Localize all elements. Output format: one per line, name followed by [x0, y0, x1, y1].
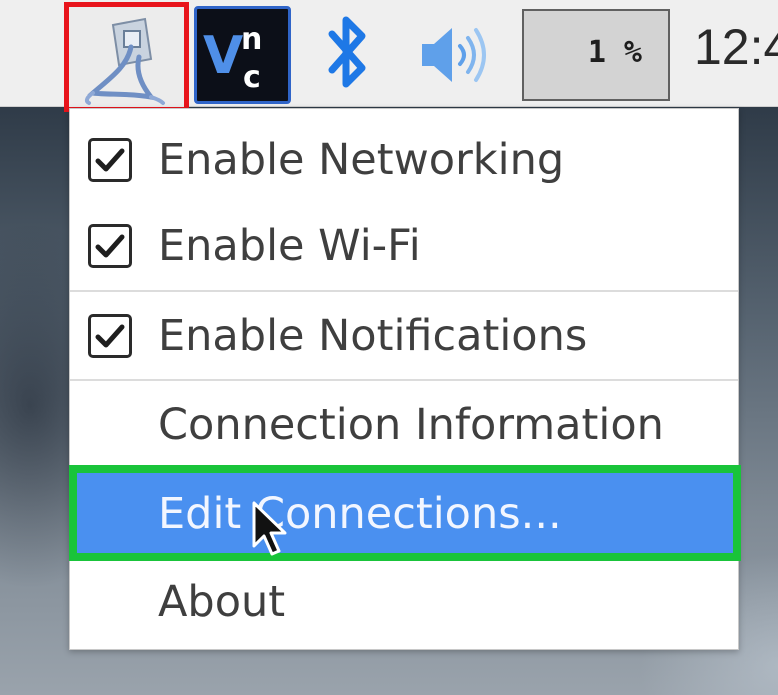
mouse-pointer-icon	[251, 500, 291, 558]
menu-item-label: Enable Notifications	[158, 311, 588, 361]
svg-text:n: n	[241, 22, 262, 57]
svg-text:V: V	[203, 26, 243, 86]
checkbox-checked-icon[interactable]	[88, 224, 132, 268]
menu-item-label: Connection Information	[158, 400, 664, 450]
volume-icon[interactable]	[418, 20, 498, 90]
menu-item-label: About	[158, 577, 286, 627]
taskbar: V n c 1 % 12:4	[0, 0, 778, 112]
menu-item-label: Edit Connections...	[158, 489, 562, 539]
network-context-menu: Enable Networking Enable Wi-Fi Enable No…	[69, 108, 739, 650]
checkbox-checked-icon[interactable]	[88, 138, 132, 182]
menu-item-connection-information[interactable]: Connection Information	[70, 382, 738, 468]
clock[interactable]: 12:4	[694, 18, 778, 76]
network-wired-icon[interactable]	[64, 2, 189, 112]
checkbox-checked-icon[interactable]	[88, 314, 132, 358]
menu-item-enable-networking[interactable]: Enable Networking	[70, 117, 738, 203]
menu-separator	[70, 290, 738, 292]
menu-item-label: Enable Networking	[158, 135, 565, 185]
svg-text:c: c	[243, 60, 261, 95]
cpu-monitor[interactable]: 1 %	[522, 9, 670, 101]
menu-item-edit-connections[interactable]: Edit Connections...	[70, 471, 738, 557]
menu-item-enable-wifi[interactable]: Enable Wi-Fi	[70, 203, 738, 289]
menu-item-about[interactable]: About	[70, 559, 738, 645]
menu-item-enable-notifications[interactable]: Enable Notifications	[70, 293, 738, 379]
bluetooth-icon[interactable]	[318, 8, 378, 98]
menu-separator	[70, 379, 738, 381]
cpu-usage-text: 1 %	[587, 35, 642, 70]
menu-item-label: Enable Wi-Fi	[158, 221, 421, 271]
vnc-icon[interactable]: V n c	[194, 6, 291, 104]
